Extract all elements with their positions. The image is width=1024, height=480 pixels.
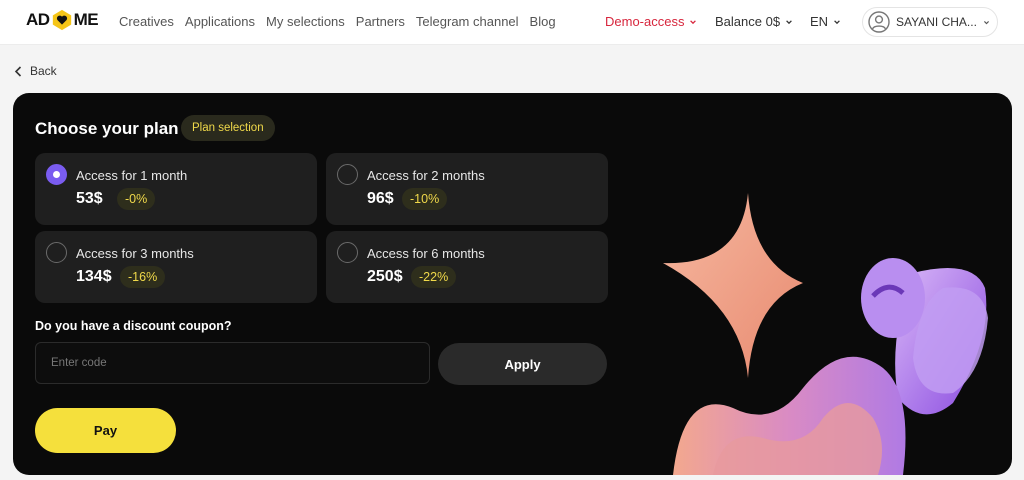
coupon-code-input[interactable] (35, 342, 430, 384)
demo-access-label: Demo-access (605, 14, 685, 29)
radio-unselected[interactable] (337, 242, 358, 263)
logo-text-right: ME (73, 10, 99, 29)
plan-label: Access for 3 months (76, 246, 194, 261)
plan-discount-badge: -0% (117, 188, 156, 210)
nav-partners[interactable]: Partners (356, 14, 405, 29)
plan-discount-badge: -10% (402, 188, 448, 210)
radio-unselected[interactable] (337, 164, 358, 185)
language-label: EN (810, 14, 829, 29)
plan-price: 53$ (76, 190, 103, 207)
nav-telegram-channel[interactable]: Telegram channel (416, 14, 519, 29)
plan-discount-badge: -22% (411, 266, 457, 288)
balance-label: Balance 0$ (715, 14, 781, 29)
chevron-down-icon (834, 19, 840, 24)
plan-option-2-months[interactable]: Access for 2 months 96$ -10% (326, 153, 608, 225)
nav-my-selections[interactable]: My selections (266, 14, 345, 29)
chevron-left-icon (14, 65, 22, 77)
chevron-down-icon (786, 19, 792, 24)
coupon-question: Do you have a discount coupon? (35, 319, 232, 333)
plan-option-3-months[interactable]: Access for 3 months 134$ -16% (35, 231, 317, 303)
plan-price: 96$ (367, 190, 394, 207)
back-label: Back (30, 64, 57, 78)
radio-selected[interactable] (46, 164, 67, 185)
nav-creatives[interactable]: Creatives (119, 14, 174, 29)
apply-coupon-button[interactable]: Apply (438, 343, 607, 385)
balance-dropdown[interactable]: Balance 0$ (715, 14, 793, 29)
main-nav: Creatives Applications My selections Par… (119, 14, 556, 29)
plan-option-1-month[interactable]: Access for 1 month 53$ -0% (35, 153, 317, 225)
user-avatar-icon (868, 11, 890, 33)
plan-option-6-months[interactable]: Access for 6 months 250$ -22% (326, 231, 608, 303)
radio-unselected[interactable] (46, 242, 67, 263)
pay-button[interactable]: Pay (35, 408, 176, 453)
plan-discount-badge: -16% (120, 266, 166, 288)
page-title: Choose your plan (35, 119, 179, 138)
logo-text-left: AD (26, 10, 50, 29)
plan-selection-badge: Plan selection (181, 115, 275, 141)
plan-label: Access for 6 months (367, 246, 485, 261)
chevron-down-icon (690, 19, 697, 24)
user-name: SAYANI CHA... (896, 15, 977, 29)
user-menu[interactable]: SAYANI CHA... (862, 7, 998, 37)
logo-heart-icon (52, 9, 71, 31)
top-navbar: AD ME Creatives Applications My selectio… (0, 0, 1024, 45)
plan-label: Access for 2 months (367, 168, 485, 183)
logo[interactable]: AD ME (26, 9, 99, 31)
plan-price: 250$ (367, 268, 403, 285)
chevron-down-icon (983, 20, 989, 24)
demo-access-dropdown[interactable]: Demo-access (605, 14, 697, 29)
plan-price: 134$ (76, 268, 112, 285)
language-dropdown[interactable]: EN (810, 14, 841, 29)
plan-card: Choose your plan Plan selection Access f… (13, 93, 1012, 475)
decorative-3d-illustration (663, 193, 988, 475)
nav-applications[interactable]: Applications (185, 14, 255, 29)
back-link[interactable]: Back (14, 64, 57, 78)
plan-label: Access for 1 month (76, 168, 188, 183)
nav-blog[interactable]: Blog (530, 14, 556, 29)
